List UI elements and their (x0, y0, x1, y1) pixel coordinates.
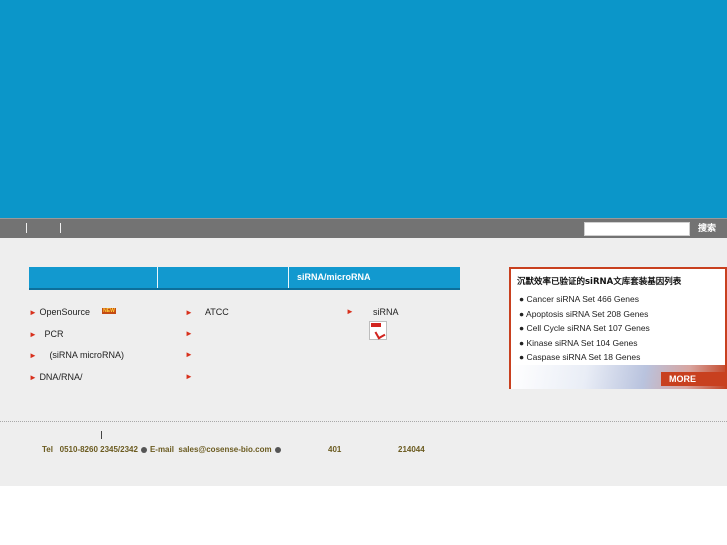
library-item[interactable]: ● Caspase siRNA Set 18 Genes (519, 352, 640, 362)
arrow-icon[interactable]: ► (185, 349, 193, 361)
footer-separator (101, 431, 102, 439)
footer-contact: Tel 0510-8260 2345/2342 E-mail sales@cose… (42, 445, 284, 454)
library-item[interactable]: ● Cell Cycle siRNA Set 107 Genes (519, 323, 650, 333)
tel-label: Tel (42, 445, 53, 454)
link-label: OpenSource (39, 307, 90, 317)
arrow-icon: ► (185, 308, 193, 317)
pdf-icon-bar (371, 323, 381, 327)
search-input[interactable] (584, 222, 690, 236)
nav-separator (60, 223, 61, 233)
more-button[interactable]: MORE (661, 372, 725, 386)
link-sirna-microrna[interactable]: ► (siRNA microRNA) (29, 349, 124, 361)
link-pcr[interactable]: ► PCR (29, 328, 63, 340)
main-content: siRNA/microRNA ► OpenSource NEW ► PCR ► … (0, 238, 727, 486)
arrow-icon[interactable]: ► (185, 371, 193, 383)
link-sirna[interactable]: siRNA (373, 306, 399, 318)
tab-sirna-microrna[interactable]: siRNA/microRNA (297, 267, 457, 288)
new-badge: NEW (102, 308, 116, 314)
link-label: (siRNA microRNA) (49, 350, 124, 360)
footer-room: 401 (328, 445, 342, 454)
pdf-icon-swoosh (374, 328, 386, 340)
panel-title: 沉默效率已验证的siRNA文库套装基因列表 (517, 277, 682, 287)
link-opensource[interactable]: ► OpenSource (29, 306, 90, 318)
tab-divider (157, 267, 158, 288)
arrow-icon: ► (29, 351, 37, 360)
tab-2[interactable] (159, 267, 287, 288)
tel-number: 0510-8260 2345/2342 (59, 445, 138, 454)
navigation-bar: 搜索 (0, 218, 727, 238)
footer-postcode: 214044 (398, 445, 425, 454)
nav-separator (26, 223, 27, 233)
link-label: siRNA (373, 307, 399, 317)
email-address[interactable]: sales@cosense-bio.com (178, 445, 271, 454)
tab-divider (288, 267, 289, 288)
panel-footer-graphic: MORE (511, 365, 725, 389)
library-item[interactable]: ● Apoptosis siRNA Set 208 Genes (519, 309, 648, 319)
link-label: ATCC (204, 307, 229, 317)
bullet-icon (274, 446, 281, 453)
bullet-icon (140, 446, 147, 453)
link-dna-rna[interactable]: ► DNA/RNA/ (29, 371, 82, 383)
footer-divider (0, 421, 727, 422)
email-label: E-mail (149, 445, 174, 454)
library-item[interactable]: ● Kinase siRNA Set 104 Genes (519, 338, 638, 348)
link-label: DNA/RNA/ (39, 372, 83, 382)
arrow-icon: ► (29, 373, 37, 382)
arrow-icon: ► (29, 330, 37, 339)
pdf-icon[interactable] (369, 321, 387, 340)
library-item[interactable]: ● Cancer siRNA Set 466 Genes (519, 294, 639, 304)
arrow-icon[interactable]: ► (185, 328, 193, 340)
arrow-icon: ► (346, 307, 354, 316)
search-button[interactable]: 搜索 (692, 221, 722, 237)
link-label: PCR (44, 329, 64, 339)
link-atcc[interactable]: ► ATCC (185, 306, 229, 318)
header-banner (0, 0, 727, 218)
arrow-icon: ► (29, 308, 37, 317)
tab-1[interactable] (29, 267, 157, 288)
category-tabs: siRNA/microRNA (29, 267, 460, 290)
sirna-library-panel: 沉默效率已验证的siRNA文库套装基因列表 ● Cancer siRNA Set… (509, 267, 727, 389)
